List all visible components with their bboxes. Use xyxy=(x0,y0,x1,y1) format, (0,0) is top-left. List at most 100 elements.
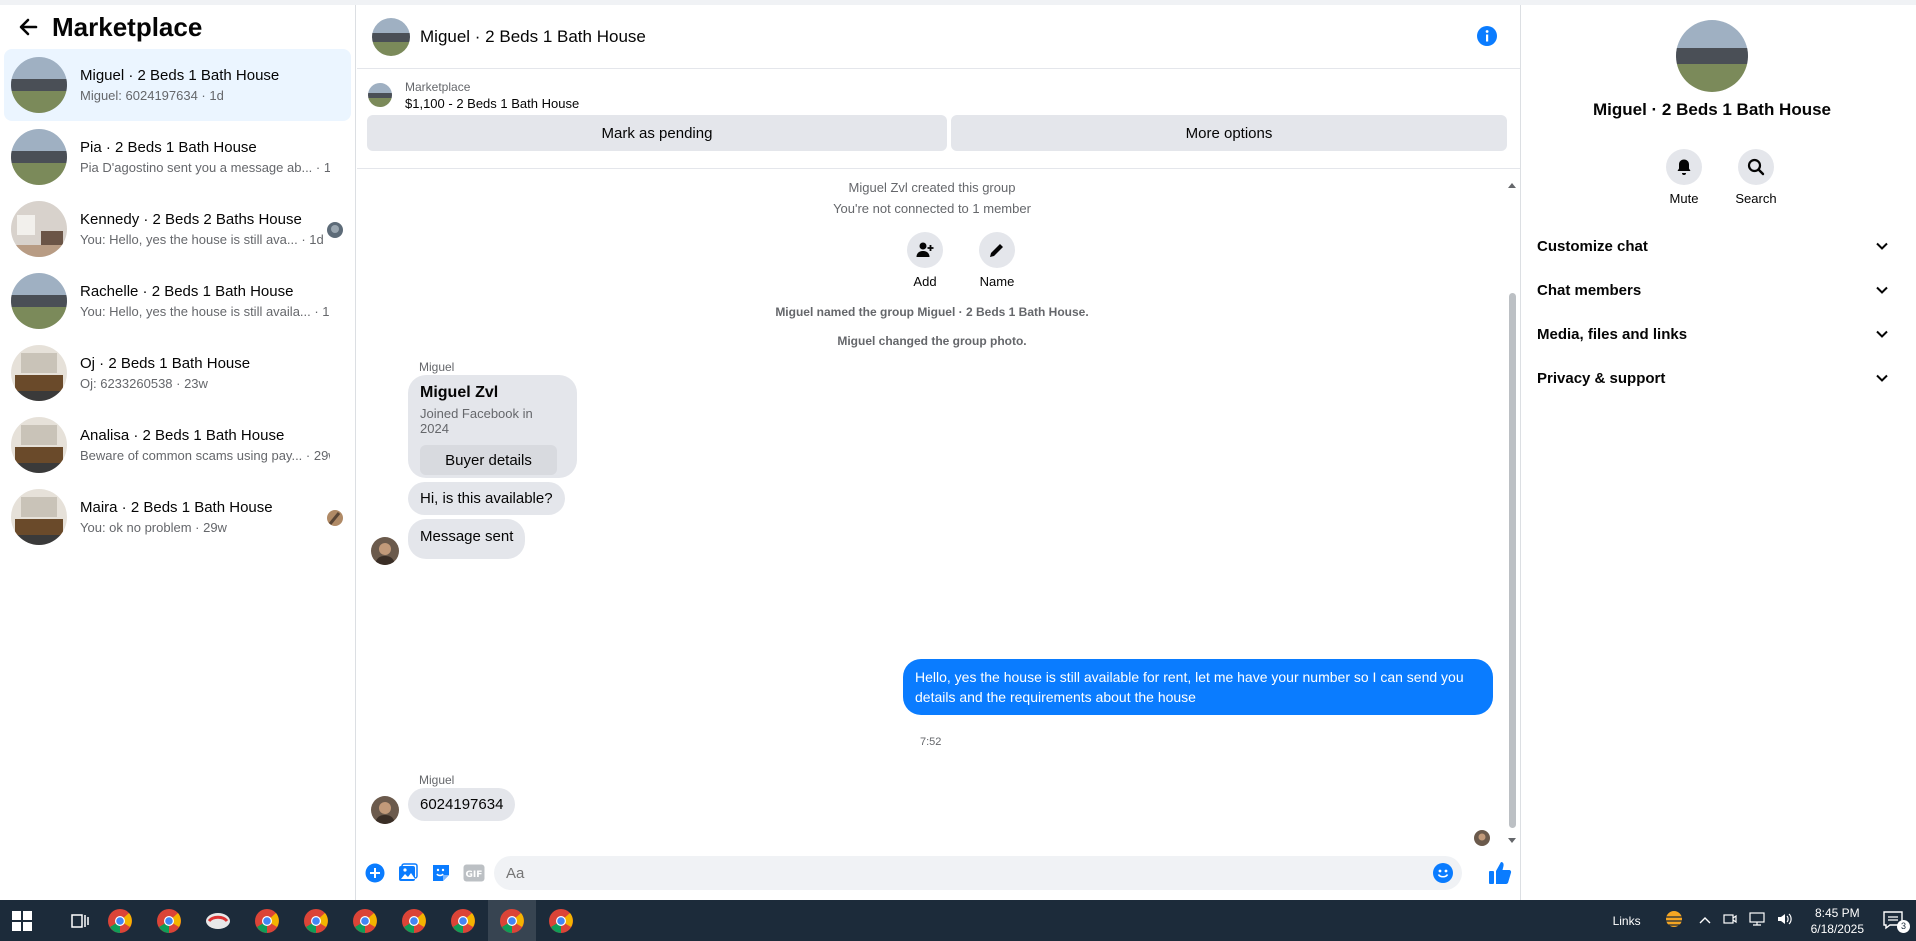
conversation-item-rachelle[interactable]: Rachelle · 2 Beds 1 Bath House You: Hell… xyxy=(4,265,351,337)
scrollbar-thumb[interactable] xyxy=(1509,293,1516,828)
search-icon[interactable] xyxy=(1738,149,1774,185)
network-icon[interactable] xyxy=(1749,912,1765,929)
meet-icon[interactable] xyxy=(1723,912,1737,929)
page-title: Marketplace xyxy=(52,11,203,42)
chevron-up-icon[interactable] xyxy=(1699,914,1711,928)
message-thread: Miguel Zvl created this group You're not… xyxy=(357,170,1521,846)
svg-text:GIF: GIF xyxy=(466,870,483,880)
chrome-icon[interactable] xyxy=(107,908,133,934)
conversation-preview: Beware of common scams using pay... · 29… xyxy=(80,448,330,463)
add-person-icon[interactable] xyxy=(907,232,943,268)
app-icon[interactable] xyxy=(205,908,231,934)
not-connected-notice: You're not connected to 1 member xyxy=(833,201,1031,216)
buyer-profile-card: Miguel Zvl Joined Facebook in 2024 Buyer… xyxy=(408,375,577,478)
volume-icon[interactable] xyxy=(1777,912,1793,929)
system-tray: Links 8:45 PM 6/18/2025 3 xyxy=(1613,900,1916,941)
emoji-icon[interactable] xyxy=(1432,862,1454,884)
conversation-title: Rachelle · 2 Beds 1 Bath House xyxy=(80,283,294,300)
name-group-action[interactable]: Name xyxy=(967,232,1027,289)
conversation-item-pia[interactable]: Pia · 2 Beds 1 Bath House Pia D'agostino… xyxy=(4,121,351,193)
links-toolbar[interactable]: Links xyxy=(1613,914,1641,928)
windows-start-icon[interactable] xyxy=(11,910,33,932)
mark-as-pending-button[interactable]: Mark as pending xyxy=(367,115,947,151)
conversation-item-maira[interactable]: Maira · 2 Beds 1 Bath House You: ok no p… xyxy=(4,481,351,553)
buyer-details-button[interactable]: Buyer details xyxy=(420,445,557,475)
photo-changed-notice: Miguel changed the group photo. xyxy=(837,334,1027,348)
media-files-links-section[interactable]: Media, files and links xyxy=(1537,314,1889,354)
chrome-icon[interactable] xyxy=(303,908,329,934)
conversation-item-kennedy[interactable]: Kennedy · 2 Beds 2 Baths House You: Hell… xyxy=(4,193,351,265)
message-composer: GIF xyxy=(357,853,1521,893)
notification-center-icon[interactable]: 3 xyxy=(1882,909,1910,933)
chrome-icon[interactable] xyxy=(254,908,280,934)
section-label: Customize chat xyxy=(1537,237,1648,255)
house-interior-thumbnail xyxy=(11,201,67,257)
conversation-item-oj[interactable]: Oj · 2 Beds 1 Bath House Oj: 6233260538 … xyxy=(4,337,351,409)
conversation-preview: You: ok no problem · 29w xyxy=(80,520,227,535)
notification-count: 3 xyxy=(1897,919,1910,933)
chat-panel: Miguel · 2 Beds 1 Bath House Marketplace… xyxy=(357,5,1521,900)
read-receipt-avatar xyxy=(327,510,343,526)
mute-action[interactable]: Mute xyxy=(1654,149,1714,206)
conversation-preview: Miguel: 6024197634 · 1d xyxy=(80,88,224,103)
chrome-icon[interactable] xyxy=(352,908,378,934)
chrome-icon[interactable] xyxy=(156,908,182,934)
message-bubble: 6024197634 xyxy=(408,788,516,821)
section-label: Privacy & support xyxy=(1537,369,1666,387)
chrome-icon[interactable] xyxy=(450,908,476,934)
house-thumbnail xyxy=(11,57,67,113)
chrome-icon[interactable] xyxy=(499,908,525,934)
add-member-action[interactable]: Add xyxy=(895,232,955,289)
chat-title[interactable]: Miguel · 2 Beds 1 Bath House xyxy=(420,27,646,47)
group-title: Miguel · 2 Beds 1 Bath House xyxy=(1592,100,1832,119)
task-view-icon[interactable] xyxy=(69,910,91,932)
scroll-up-arrow-icon[interactable] xyxy=(1507,176,1517,188)
pencil-icon[interactable] xyxy=(979,232,1015,268)
buyer-name: Miguel Zvl xyxy=(420,384,499,401)
sender-avatar xyxy=(371,537,399,565)
chrome-icon[interactable] xyxy=(548,908,574,934)
outgoing-message-bubble: Hello, yes the house is still available … xyxy=(903,659,1493,715)
group-avatar[interactable] xyxy=(1676,20,1748,92)
house-thumbnail xyxy=(11,273,67,329)
weather-icon[interactable] xyxy=(1661,909,1687,932)
gif-icon[interactable]: GIF xyxy=(461,860,487,886)
thumbs-up-icon[interactable] xyxy=(1487,860,1513,886)
scroll-down-arrow-icon[interactable] xyxy=(1507,832,1517,843)
chat-avatar[interactable] xyxy=(372,17,410,56)
conversation-item-analisa[interactable]: Analisa · 2 Beds 1 Bath House Beware of … xyxy=(4,409,351,481)
conversation-title: Miguel · 2 Beds 1 Bath House xyxy=(80,67,280,84)
message-input[interactable] xyxy=(494,864,1394,882)
kitchen-thumbnail xyxy=(11,345,67,401)
info-icon[interactable] xyxy=(1476,25,1498,47)
chevron-down-icon xyxy=(1876,330,1888,338)
chat-members-section[interactable]: Chat members xyxy=(1537,270,1889,310)
bell-icon[interactable] xyxy=(1666,149,1702,185)
section-label: Media, files and links xyxy=(1537,325,1688,343)
section-label: Chat members xyxy=(1537,281,1642,299)
message-bubble: Hi, is this available? xyxy=(408,482,565,515)
privacy-support-section[interactable]: Privacy & support xyxy=(1537,358,1889,398)
mute-label: Mute xyxy=(1669,191,1699,206)
message-bubble: Message sent xyxy=(408,519,526,559)
customize-chat-section[interactable]: Customize chat xyxy=(1537,226,1889,266)
more-options-button[interactable]: More options xyxy=(951,115,1507,151)
listing-thumbnail xyxy=(368,83,392,107)
search-action[interactable]: Search xyxy=(1726,149,1786,206)
photo-icon[interactable] xyxy=(395,860,421,886)
buyer-joined: Joined Facebook in 2024 xyxy=(420,406,533,436)
back-arrow-icon[interactable] xyxy=(14,13,42,41)
listing-price-title[interactable]: $1,100 - 2 Beds 1 Bath House xyxy=(405,96,579,111)
windows-taskbar: Links 8:45 PM 6/18/2025 3 xyxy=(0,900,1916,941)
conversation-preview: You: Hello, yes the house is still ava..… xyxy=(80,232,324,247)
conversation-item-miguel[interactable]: Miguel · 2 Beds 1 Bath House Miguel: 602… xyxy=(4,49,351,121)
chevron-down-icon xyxy=(1876,374,1888,382)
plus-icon[interactable] xyxy=(362,860,388,886)
message-input-container[interactable] xyxy=(494,856,1462,890)
add-label: Add xyxy=(913,274,937,289)
sticker-icon[interactable] xyxy=(428,860,454,886)
chat-header: Miguel · 2 Beds 1 Bath House xyxy=(357,5,1520,69)
conversation-list-panel: Marketplace Miguel · 2 Beds 1 Bath House… xyxy=(0,5,356,900)
system-clock[interactable]: 8:45 PM 6/18/2025 xyxy=(1811,905,1864,937)
chrome-icon[interactable] xyxy=(401,908,427,934)
